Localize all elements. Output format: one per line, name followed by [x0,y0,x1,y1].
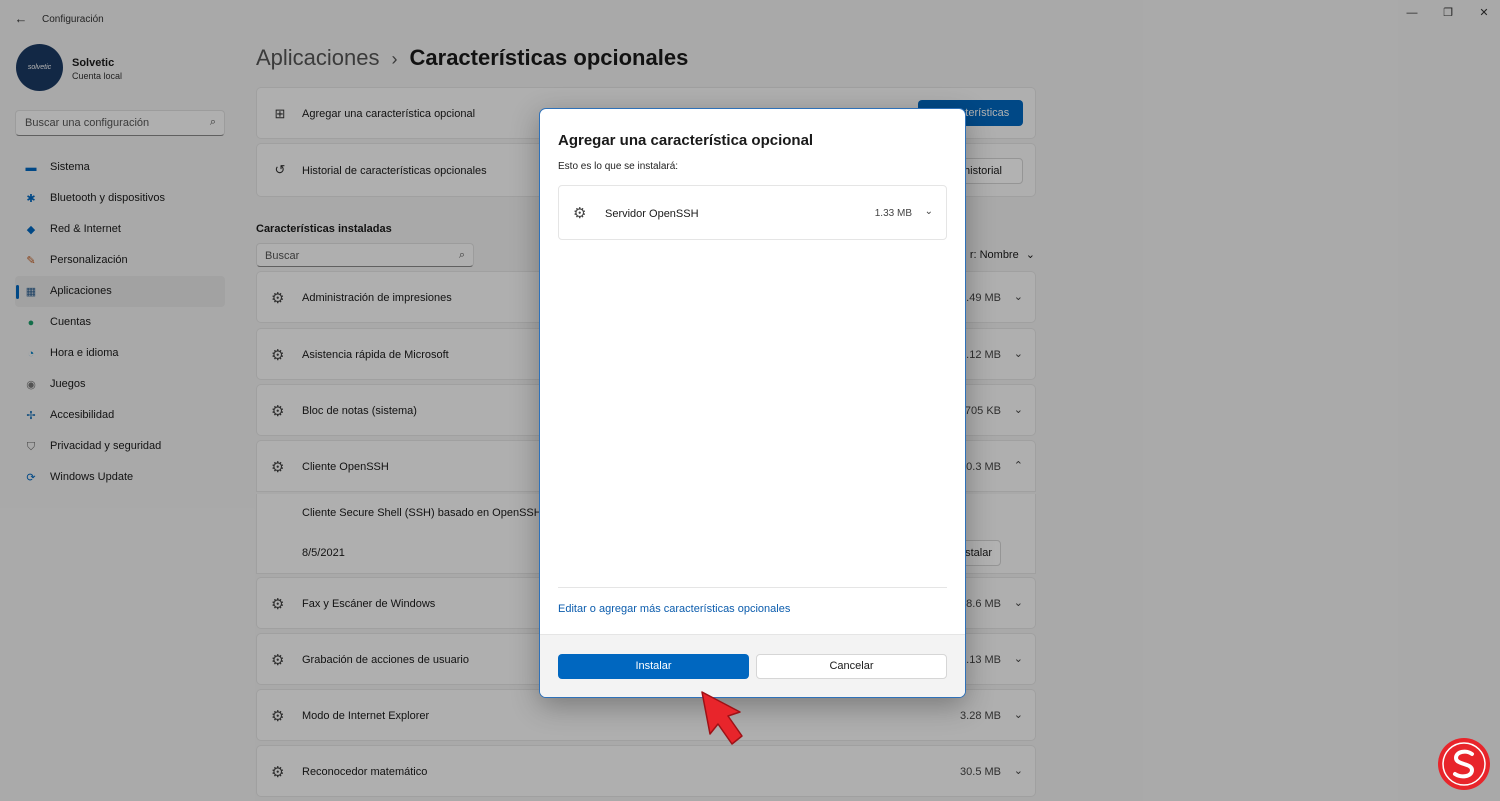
feature-size: 1.33 MB [874,208,912,219]
feature-name: Servidor OpenSSH [605,208,699,220]
edit-features-link[interactable]: Editar o agregar más características opc… [558,603,790,615]
solvetic-logo-icon [1438,738,1490,790]
add-feature-dialog: Agregar una característica opcional Esto… [539,108,966,698]
dialog-subtitle: Esto es lo que se instalará: [558,161,679,172]
dialog-footer: Instalar Cancelar [540,634,965,697]
cancel-button[interactable]: Cancelar [756,654,947,679]
install-button[interactable]: Instalar [558,654,749,679]
divider [558,587,947,588]
dialog-feature-item[interactable]: ⚙ Servidor OpenSSH 1.33 MB ⌄ [558,185,947,240]
dialog-title: Agregar una característica opcional [558,132,814,149]
chevron-down-icon[interactable]: ⌄ [925,206,933,217]
gear-icon: ⚙ [573,205,587,222]
pointer-arrow-icon [701,691,743,745]
